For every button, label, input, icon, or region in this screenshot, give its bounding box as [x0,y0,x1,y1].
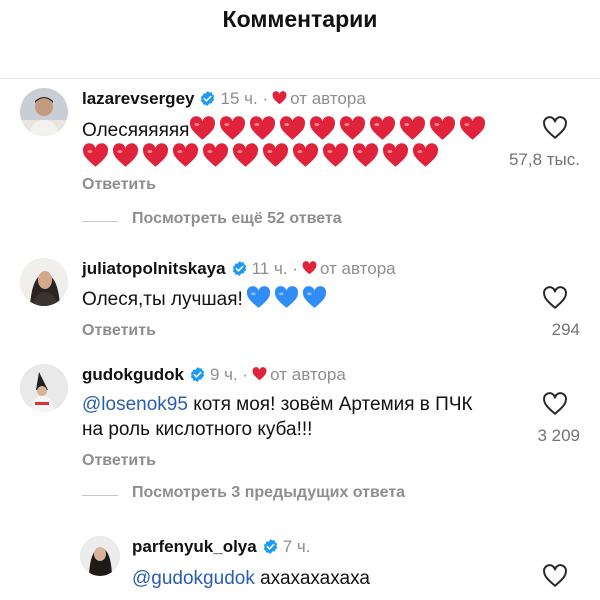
red-heart-emoji [190,116,216,140]
blue-heart-emoji-row [243,286,327,310]
comments-header: Комментарии [0,0,600,79]
comment-meta: parfenyuk_olya 7 ч. [132,536,311,558]
comment-text: @losenok95 котя моя! зовём Артемия в ПЧК… [82,392,492,442]
blue-heart-emoji [302,286,326,308]
username[interactable]: gudokgudok [82,365,184,384]
comment-text: Олеся,ты лучшая! [82,286,502,312]
comment-gudokgudok: gudokgudok 9 ч. · от автора @losenok95 кот… [0,364,600,514]
reply-button[interactable]: Ответить [82,176,156,194]
red-heart-emoji [82,143,109,167]
comment-text: @gudokgudok ахахахахаха [132,566,512,591]
red-heart-icon [302,261,317,275]
red-heart-emoji [400,116,426,140]
comment-juliatopolnitskaya: juliatopolnitskaya 11 ч. · от автора Олеся… [0,258,600,348]
comment-time: 7 ч. [282,537,311,556]
like-count: 294 [551,320,580,339]
mention-link[interactable]: @gudokgudok [132,568,255,589]
separator-dot: · [242,365,249,384]
heart-outline-icon[interactable] [542,286,568,310]
comment-time: 11 ч. [251,259,288,278]
red-heart-emoji [292,143,319,167]
mention-link[interactable]: @losenok95 [82,394,188,415]
separator-dot: · [292,259,298,278]
red-heart-emoji [340,116,366,140]
heart-outline-icon[interactable] [542,392,568,416]
red-heart-emoji [112,143,139,167]
red-heart-icon [252,367,267,381]
red-heart-emoji [202,143,229,167]
username[interactable]: juliatopolnitskaya [82,259,226,278]
like-count: 3 209 [537,426,580,445]
like-count: 57,8 тыс. [508,150,580,169]
blue-heart-emoji [246,286,270,308]
verified-badge-icon [263,539,277,554]
comment-lazarevsergey: lazarevsergey 15 ч. · от автора Олесяяяяяя… [0,88,600,238]
comment-meta: juliatopolnitskaya 11 ч. · от автора [82,258,396,280]
divider-line [82,221,118,222]
avatar[interactable] [20,364,68,412]
red-heart-emoji [250,116,276,140]
comment-meta: gudokgudok 9 ч. · от автора [82,364,346,386]
avatar[interactable] [20,258,68,306]
username[interactable]: lazarevsergey [82,89,194,108]
view-more-label: Посмотреть ещё 52 ответа [132,210,342,227]
verified-badge-icon [232,261,246,276]
separator-dot: · [262,89,269,108]
red-heart-emoji [382,143,409,167]
view-more-replies[interactable]: Посмотреть 3 предыдущих ответа [82,484,502,506]
comment-body: Олесяяяяяя [82,120,190,141]
red-heart-emoji [352,143,379,167]
comment-body: ахахахахаха [254,568,370,589]
red-heart-emoji [412,143,439,167]
verified-badge-icon [190,367,205,382]
view-more-label: Посмотреть 3 предыдущих ответа [132,484,406,501]
avatar[interactable] [80,536,120,576]
comment-meta: lazarevsergey 15 ч. · от автора [82,88,366,110]
red-heart-emoji [220,116,246,140]
red-heart-emoji [280,116,306,140]
heart-emoji-row [82,143,442,170]
heart-outline-icon[interactable] [542,564,568,588]
red-heart-emoji [322,143,349,167]
page-title: Комментарии [222,6,378,32]
red-heart-emoji [262,143,289,167]
comment-text: Олесяяяяяя [82,116,512,170]
liked-by-author-label: от автора [290,89,366,108]
liked-by-author-label: от автора [270,365,346,384]
red-heart-emoji [460,116,486,140]
red-heart-emoji [232,143,259,167]
heart-outline-icon[interactable] [542,116,568,140]
red-heart-emoji [172,143,199,167]
avatar[interactable] [20,88,68,136]
view-more-replies[interactable]: Посмотреть ещё 52 ответа [82,210,502,232]
comment-time: 15 ч. [220,89,258,108]
blue-heart-emoji [274,286,298,308]
red-heart-icon [272,91,287,105]
reply-parfenyuk-olya: parfenyuk_olya 7 ч. @gudokgudok ахахахаха… [0,536,600,600]
divider-line [82,495,118,496]
comment-time: 9 ч. [209,365,238,384]
reply-button[interactable]: Ответить [82,452,156,470]
red-heart-emoji [370,116,396,140]
red-heart-emoji [430,116,456,140]
reply-button[interactable]: Ответить [82,322,156,340]
username[interactable]: parfenyuk_olya [132,537,257,556]
red-heart-emoji [142,143,169,167]
red-heart-emoji [310,116,336,140]
verified-badge-icon [201,91,215,106]
liked-by-author-label: от автора [319,259,396,278]
comment-body: Олеся,ты лучшая! [82,289,243,310]
heart-emoji-row [189,116,489,143]
